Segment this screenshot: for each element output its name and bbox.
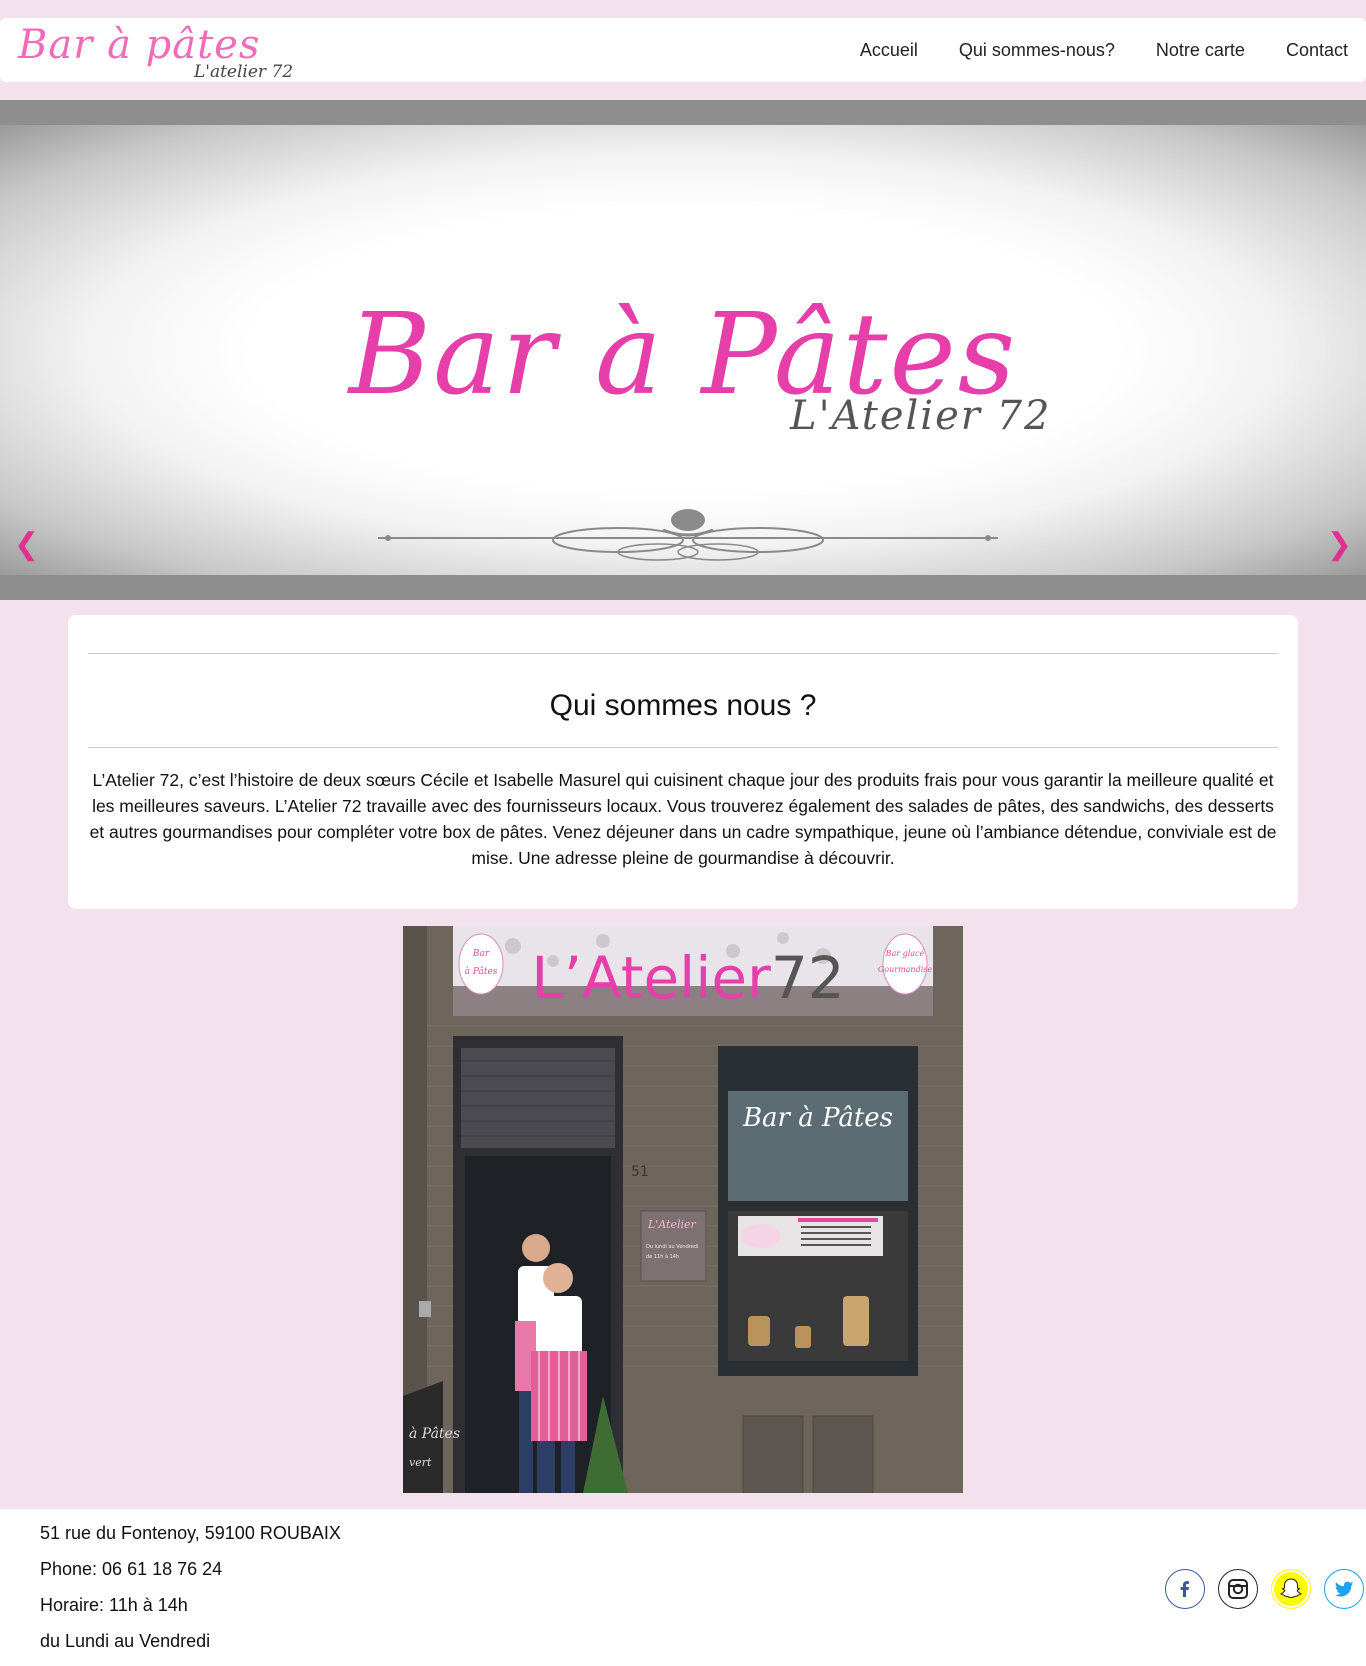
logo-sub-text: L'atelier 72 <box>194 62 294 82</box>
divider-top <box>88 653 1278 654</box>
social-links <box>1152 1569 1364 1609</box>
site-logo[interactable]: Bar à pâtes L'atelier 72 <box>18 22 308 82</box>
footer-phone: Phone: 06 61 18 76 24 <box>40 1559 223 1579</box>
twitter-icon[interactable] <box>1324 1569 1364 1609</box>
hero-subtitle: L'Atelier 72 <box>790 393 1052 439</box>
svg-text:L’Atelier72: L’Atelier72 <box>531 944 844 1012</box>
about-text: L’Atelier 72, c’est l’histoire de deux s… <box>89 770 1277 868</box>
svg-text:Du lundi au Vendredi: Du lundi au Vendredi <box>646 1244 698 1250</box>
chalkboard-text: à Pâtes <box>409 1426 460 1442</box>
nav-link-accueil[interactable]: Accueil <box>860 40 918 61</box>
nav-link-notre-carte[interactable]: Notre carte <box>1156 40 1245 61</box>
storefront-photo: Bar à Pâtes Bar glacé Gourmandise L’Atel… <box>403 926 963 1493</box>
carousel-prev-icon[interactable]: ❮ <box>14 530 39 560</box>
svg-text:à Pâtes: à Pâtes <box>465 966 498 977</box>
about-card: Qui sommes nous ? L’Atelier 72, c’est l’… <box>68 615 1298 909</box>
svg-text:Gourmandise: Gourmandise <box>878 965 932 974</box>
divider-bottom <box>88 747 1278 748</box>
snapchat-icon[interactable] <box>1271 1569 1311 1609</box>
nav-link-qui-sommes-nous[interactable]: Qui sommes-nous? <box>959 40 1115 61</box>
navbar: Bar à pâtes L'atelier 72 Accueil Qui som… <box>0 18 1366 82</box>
instagram-icon[interactable] <box>1218 1569 1258 1609</box>
svg-text:Bar glacé: Bar glacé <box>885 949 925 958</box>
storefront-illustration: Bar à Pâtes Bar glacé Gourmandise L’Atel… <box>403 926 963 1493</box>
hero-title: Bar à Pâtes <box>348 290 1018 420</box>
window-text: Bar à Pâtes <box>742 1103 893 1133</box>
panel-title: L'Atelier <box>647 1218 697 1231</box>
svg-text:Bar: Bar <box>472 949 490 959</box>
footer: 51 rue du Fontenoy, 59100 ROUBAIX Phone:… <box>0 1509 1366 1666</box>
hero-slide: Bar à Pâtes L'Atelier 72 <box>0 125 1366 575</box>
footer-hours: Horaire: 11h à 14h <box>40 1595 188 1615</box>
hero-carousel: Bar à Pâtes L'Atelier 72 ❮ ❯ <box>0 100 1366 600</box>
nav-link-contact[interactable]: Contact <box>1286 40 1348 61</box>
ornament-divider <box>378 509 998 561</box>
footer-address: 51 rue du Fontenoy, 59100 ROUBAIX <box>40 1523 341 1543</box>
about-title: Qui sommes nous ? <box>549 689 817 722</box>
chalkboard-sub: vert <box>409 1456 432 1469</box>
facebook-icon[interactable] <box>1165 1569 1205 1609</box>
footer-days: du Lundi au Vendredi <box>40 1631 211 1651</box>
door-number: 51 <box>631 1164 649 1180</box>
main-nav: Accueil Qui sommes-nous? Notre carte Con… <box>819 18 1348 82</box>
carousel-next-icon[interactable]: ❯ <box>1327 530 1352 560</box>
svg-text:de 11h à 14h: de 11h à 14h <box>646 1253 679 1260</box>
